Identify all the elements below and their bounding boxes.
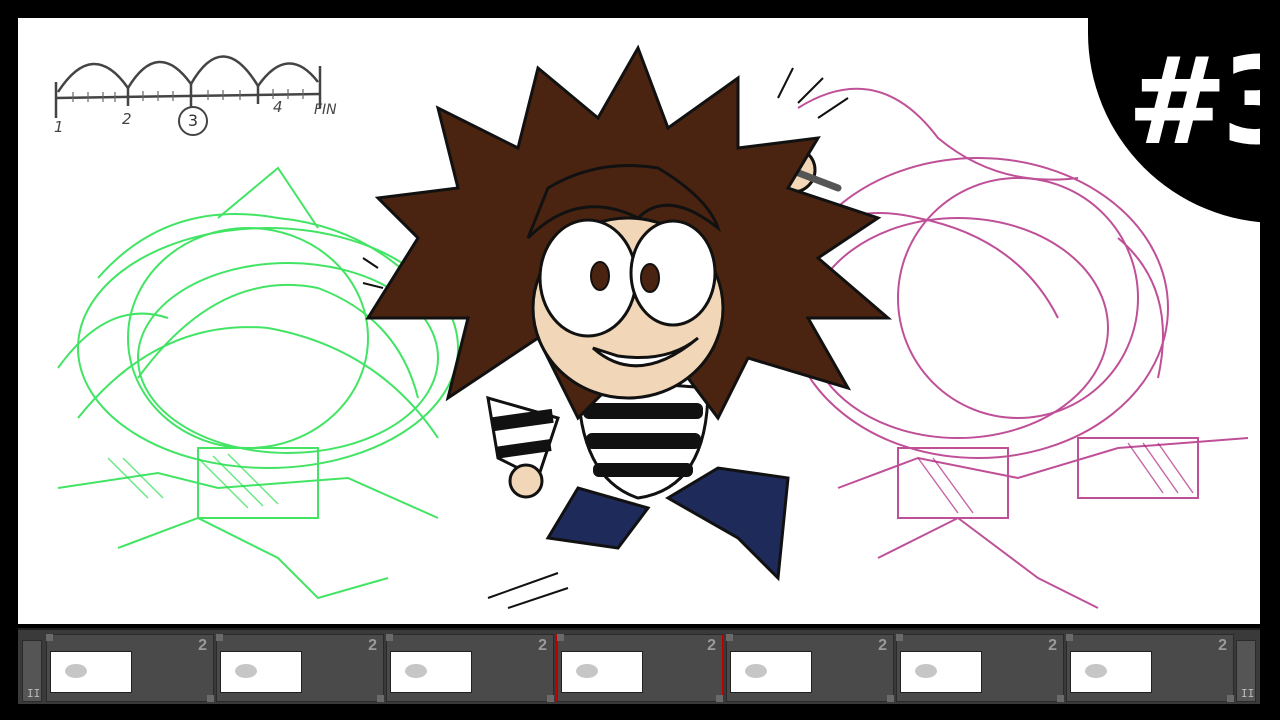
frame-thumbnail: [730, 651, 812, 693]
frame-duration: 2: [368, 637, 377, 654]
timeline-frame-2[interactable]: 2: [216, 634, 384, 702]
timeline-frame-1[interactable]: 2: [46, 634, 214, 702]
frame-thumbnail: [220, 651, 302, 693]
frame-corner: [716, 695, 723, 702]
frame-thumbnail: [50, 651, 132, 693]
frame-duration: 2: [707, 637, 716, 654]
frame-corner: [896, 634, 903, 641]
frame-corner: [887, 695, 894, 702]
frame-corner: [1057, 695, 1064, 702]
onion-skin-next-hatch: [917, 442, 1194, 514]
frame-corner: [377, 695, 384, 702]
timeline-frame-4-current[interactable]: 2: [556, 634, 724, 702]
timeline-frame-5[interactable]: 2: [726, 634, 894, 702]
frame-duration: 2: [1218, 637, 1227, 654]
ruler-current-episode: 3: [178, 106, 208, 136]
frame-duration: 2: [1048, 637, 1057, 654]
frame-corner: [216, 634, 223, 641]
frame-duration: 2: [198, 637, 207, 654]
frame-thumbnail: [390, 651, 472, 693]
main-character: [362, 44, 893, 609]
frame-corner: [547, 695, 554, 702]
frame-corner: [557, 634, 564, 641]
grip-icon: II: [27, 687, 41, 700]
frame-thumbnail: [900, 651, 982, 693]
character-drawing: [54, 44, 1249, 609]
frame-corner: [1066, 634, 1073, 641]
timeline-frame-6[interactable]: 2: [896, 634, 1064, 702]
frame-corner: [1227, 695, 1234, 702]
timeline-frame-3[interactable]: 2: [386, 634, 554, 702]
ruler-label-4: 4: [273, 98, 283, 116]
frame-corner: [46, 634, 53, 641]
frame-thumbnail: [561, 651, 643, 693]
ruler-label-2: 2: [122, 110, 132, 128]
grip-icon: II: [1241, 687, 1255, 700]
timeline-frame-7[interactable]: 2: [1066, 634, 1234, 702]
frame-corner: [386, 634, 393, 641]
onion-skin-previous: [57, 166, 459, 600]
frame-thumbnail: [1070, 651, 1152, 693]
timeline-left-handle[interactable]: II: [22, 640, 42, 702]
drawing-canvas[interactable]: 1 2 3 4 FIN #3: [18, 18, 1260, 624]
timeline-right-handle[interactable]: II: [1236, 640, 1256, 702]
ruler-label-1: 1: [54, 118, 64, 136]
frame-duration: 2: [878, 637, 887, 654]
timeline-strip[interactable]: II 2 2 2 2 2 2 2 II: [18, 628, 1260, 704]
ruler-label-fin: FIN: [314, 102, 337, 118]
frame-corner: [207, 695, 214, 702]
frame-corner: [726, 634, 733, 641]
episode-number: #3: [1126, 33, 1260, 172]
frame-duration: 2: [538, 637, 547, 654]
timeline-frames: 2 2 2 2 2 2 2: [46, 632, 1240, 704]
